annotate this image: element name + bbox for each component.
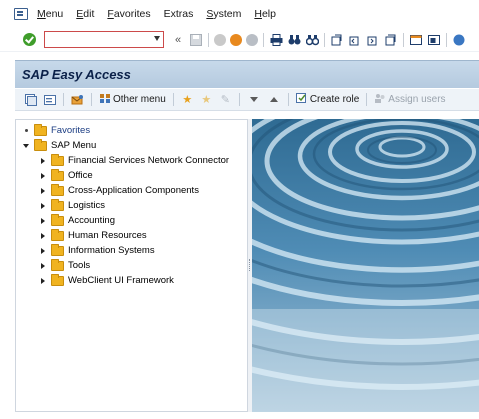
toolbar-divider	[208, 32, 209, 47]
folder-icon	[51, 258, 64, 271]
find-icon[interactable]	[287, 33, 301, 47]
navigation-tree: Favorites SAP Menu Financial Services Ne…	[15, 119, 248, 412]
toolbar-divider	[324, 32, 325, 47]
collapsed-triangle-icon[interactable]	[39, 277, 47, 285]
collapsed-triangle-icon[interactable]	[39, 172, 47, 180]
tree-node[interactable]: Human Resources	[39, 228, 147, 243]
last-page-icon[interactable]	[384, 33, 398, 47]
create-role-icon	[295, 92, 308, 107]
ok-icon[interactable]	[23, 33, 36, 46]
find-next-icon[interactable]	[305, 33, 319, 47]
collapsed-triangle-icon[interactable]	[39, 187, 47, 195]
print-icon[interactable]	[269, 33, 283, 47]
business-workplace-icon[interactable]	[71, 93, 84, 106]
shortcut-icon[interactable]	[427, 33, 441, 47]
menu-item-favorites[interactable]: Favorites	[107, 8, 150, 20]
folder-icon	[51, 198, 64, 211]
application-toolbar: Other menu ★ ★ ✎ Create role Assign user…	[15, 89, 479, 111]
assign-users-icon	[374, 93, 386, 107]
open-folder-icon	[34, 138, 47, 151]
menu-bar: Menu Edit Favorites Extras System Help	[0, 0, 479, 28]
folder-icon	[51, 183, 64, 196]
splitter-grip-icon[interactable]	[249, 259, 251, 271]
menu-item-edit[interactable]: Edit	[76, 8, 94, 20]
tree-node[interactable]: WebClient UI Framework	[39, 273, 174, 288]
assign-users-button[interactable]: Assign users	[374, 93, 446, 107]
sap-menu-icon[interactable]	[43, 93, 56, 106]
toolbar-divider	[238, 93, 240, 106]
command-field[interactable]	[44, 31, 164, 48]
collapsed-triangle-icon[interactable]	[39, 217, 47, 225]
toolbar-divider	[172, 93, 174, 106]
folder-icon	[51, 243, 64, 256]
folder-icon	[51, 168, 64, 181]
toolbar-divider	[91, 93, 92, 106]
tree-node-sap-menu[interactable]: SAP Menu	[22, 138, 96, 153]
back-icon[interactable]	[214, 33, 226, 46]
folder-icon	[51, 153, 64, 166]
expanded-triangle-icon[interactable]	[22, 142, 30, 150]
easy-access-background-image	[252, 119, 479, 412]
tree-node[interactable]: Financial Services Network Connector	[39, 153, 229, 168]
cancel-icon[interactable]	[246, 33, 258, 46]
standard-toolbar: «	[0, 28, 479, 52]
user-menu-icon[interactable]	[24, 93, 37, 106]
menu-item-help[interactable]: Help	[254, 8, 276, 20]
move-down-icon[interactable]	[249, 97, 258, 102]
menu-item-menu[interactable]: Menu	[37, 8, 63, 20]
toolbar-divider	[403, 32, 404, 47]
collapsed-triangle-icon[interactable]	[39, 232, 47, 240]
toolbar-divider	[366, 93, 368, 106]
folder-icon	[34, 123, 47, 136]
menu-item-extras[interactable]: Extras	[164, 8, 194, 20]
first-page-icon[interactable]	[330, 33, 344, 47]
folder-icon	[51, 213, 64, 226]
tree-node[interactable]: Logistics	[39, 198, 105, 213]
toolbar-divider	[446, 32, 447, 47]
help-icon[interactable]	[452, 33, 466, 47]
tree-node[interactable]: Accounting	[39, 213, 115, 228]
save-icon[interactable]	[189, 33, 203, 47]
delete-favorite-icon[interactable]: ★	[200, 93, 213, 106]
tree-node[interactable]: Cross-Application Components	[39, 183, 199, 198]
collapsed-triangle-icon[interactable]	[39, 202, 47, 210]
other-menu-button[interactable]: Other menu	[99, 93, 166, 107]
tree-node[interactable]: Information Systems	[39, 243, 155, 258]
toolbar-divider	[263, 32, 264, 47]
title-bar: SAP Easy Access	[15, 60, 479, 88]
chevron-down-icon[interactable]	[154, 36, 160, 41]
folder-icon	[51, 273, 64, 286]
toolbar-divider	[63, 93, 64, 106]
collapsed-triangle-icon[interactable]	[39, 262, 47, 270]
add-to-favorites-icon[interactable]: ★	[181, 93, 194, 106]
new-session-icon[interactable]	[409, 33, 423, 47]
collapsed-triangle-icon[interactable]	[39, 157, 47, 165]
app-menu-icon[interactable]	[14, 8, 28, 20]
menu-item-system[interactable]: System	[206, 8, 241, 20]
previous-page-icon[interactable]	[348, 33, 362, 47]
exit-icon[interactable]	[230, 33, 242, 46]
tree-node[interactable]: Tools	[39, 258, 90, 273]
move-up-icon[interactable]	[269, 97, 278, 102]
folder-icon	[51, 228, 64, 241]
toolbar-divider	[287, 93, 289, 106]
collapsed-dot-icon[interactable]	[22, 127, 30, 135]
tree-node[interactable]: Office	[39, 168, 93, 183]
create-role-button[interactable]: Create role	[295, 92, 359, 107]
page-title: SAP Easy Access	[22, 67, 131, 82]
collapse-icon[interactable]: «	[171, 33, 185, 47]
collapsed-triangle-icon[interactable]	[39, 247, 47, 255]
other-menu-icon	[99, 93, 111, 107]
tree-node-favorites[interactable]: Favorites	[22, 123, 90, 138]
command-input[interactable]	[45, 32, 163, 47]
change-favorite-icon[interactable]: ✎	[219, 93, 232, 106]
next-page-icon[interactable]	[366, 33, 380, 47]
